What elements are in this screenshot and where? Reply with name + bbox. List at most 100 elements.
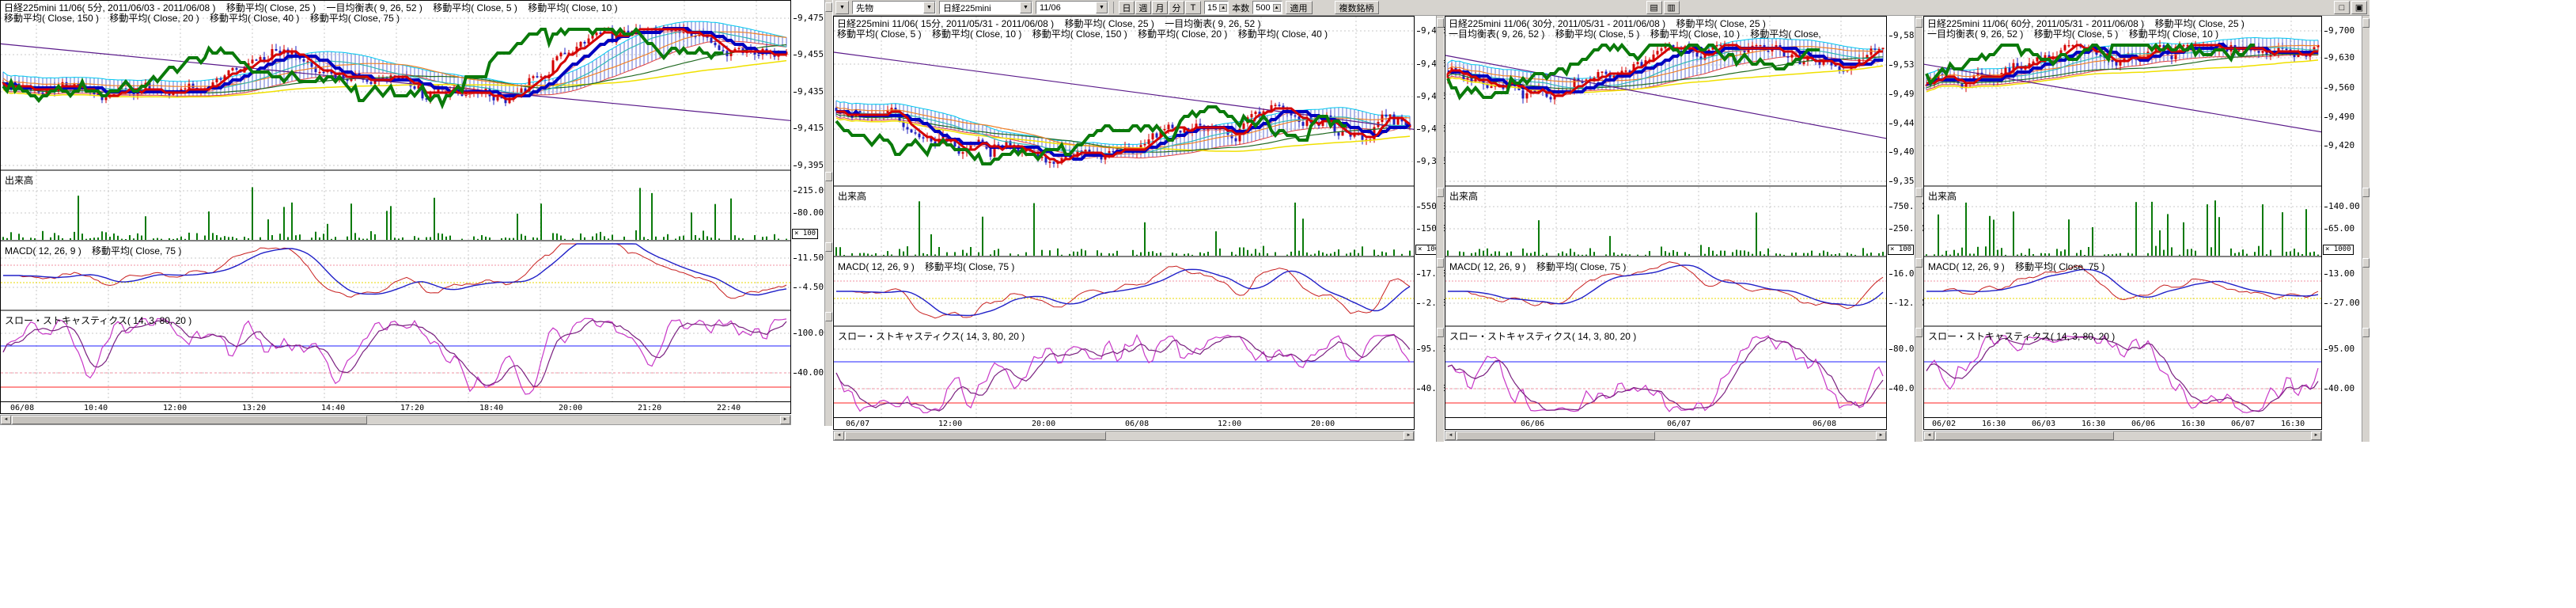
- pane-resize-grip[interactable]: [1437, 18, 1444, 28]
- stoch-section-label: スロー・ストキャスティクス( 14, 3, 80, 20 ): [5, 314, 191, 327]
- chart-canvas: [834, 17, 1415, 417]
- y-tick-label: 9,395: [794, 160, 824, 170]
- macd-section-label: MACD( 12, 26, 9 ) 移動平均( Close, 75 ): [1449, 260, 1626, 273]
- scroll-left-icon[interactable]: ◄: [1, 416, 11, 424]
- scrollbar-thumb[interactable]: [12, 416, 367, 424]
- x-tick-label: 13:20: [242, 404, 266, 412]
- toolbar-icon-group-1: ▤▥: [1646, 1, 1680, 14]
- pane-resize-grip[interactable]: [825, 312, 832, 321]
- chart-window-60min: 日経225mini 11/06( 60分, 2011/05/31 - 2011/…: [1923, 16, 2370, 442]
- pane-resize-grip[interactable]: [1437, 258, 1444, 268]
- x-tick-label: 06/08: [1125, 420, 1149, 428]
- category-combo[interactable]: 先物 ▼: [852, 1, 936, 14]
- scroll-right-icon[interactable]: ►: [780, 416, 790, 424]
- x-tick-label: 18:40: [479, 404, 503, 412]
- period-buttons-group: 日週月分T: [1119, 1, 1201, 14]
- period-button[interactable]: T: [1185, 1, 1201, 14]
- chart-plot-area[interactable]: 日経225mini 11/06( 15分, 2011/05/31 - 2011/…: [833, 16, 1415, 430]
- chart-plot-area[interactable]: 日経225mini 11/06( 30分, 2011/05/31 - 2011/…: [1445, 16, 1887, 430]
- pane-resize-grip[interactable]: [825, 242, 832, 252]
- pane-resize-grip[interactable]: [2362, 18, 2370, 28]
- pane-resize-grip[interactable]: [825, 2, 832, 12]
- pane-scroll-button[interactable]: ▼: [835, 1, 849, 14]
- y-axis-labels: 9,7009,6309,5609,4909,420140.0065.0013.0…: [2322, 16, 2362, 442]
- x-tick-label: 17:20: [400, 404, 424, 412]
- toolbar-icon-button[interactable]: □: [2334, 1, 2350, 14]
- scrollbar-thumb[interactable]: [845, 431, 1106, 440]
- apply-button[interactable]: 適用: [1286, 1, 1313, 14]
- volume-scale-badge: × 100: [792, 229, 818, 239]
- symbol-combo[interactable]: 日経225mini ▼: [939, 1, 1032, 14]
- scroll-left-icon[interactable]: ◄: [1924, 431, 1934, 440]
- x-tick-label: 20:00: [1032, 420, 1055, 428]
- x-tick-label: 20:00: [559, 404, 582, 412]
- category-combo-value: 先物: [856, 2, 922, 14]
- combo-arrow-icon[interactable]: ▼: [1096, 2, 1108, 13]
- chart-plot-area[interactable]: 日経225mini 11/06( 60分, 2011/05/31 - 2011/…: [1923, 16, 2322, 430]
- macd-section-label: MACD( 12, 26, 9 ) 移動平均( Close, 75 ): [1928, 260, 2104, 273]
- pane-resize-grip[interactable]: [1915, 328, 1923, 337]
- pane-resize-grip[interactable]: [2362, 328, 2370, 337]
- x-tick-label: 12:00: [938, 420, 962, 428]
- stoch-section-label: スロー・ストキャスティクス( 14, 3, 80, 20 ): [1449, 329, 1636, 343]
- horizontal-scrollbar[interactable]: ◄ ►: [1445, 431, 1887, 441]
- y-tick-label: 65.00: [2324, 223, 2354, 234]
- period-button[interactable]: 月: [1152, 1, 1168, 14]
- combo-arrow-icon[interactable]: ▼: [1020, 2, 1032, 13]
- pane-resize-grip[interactable]: [1915, 258, 1923, 268]
- period-button[interactable]: 週: [1135, 1, 1151, 14]
- pane-splitter-strip[interactable]: [1436, 16, 1444, 442]
- pane-splitter-strip[interactable]: [1915, 16, 1923, 442]
- interval-spinner[interactable]: 15 ▲: [1204, 1, 1229, 14]
- combo-arrow-icon[interactable]: ▼: [923, 2, 935, 13]
- pane-resize-grip[interactable]: [1437, 328, 1444, 337]
- toolbar-icon-button[interactable]: ▤: [1646, 1, 1662, 14]
- toolbar-icon-button[interactable]: ▣: [2351, 1, 2367, 14]
- spinner-up-icon[interactable]: ▲: [1273, 4, 1281, 12]
- scroll-right-icon[interactable]: ►: [1404, 431, 1414, 440]
- y-tick-label: 9,420: [2324, 140, 2354, 150]
- period-button[interactable]: 日: [1119, 1, 1135, 14]
- pane-resize-grip[interactable]: [825, 172, 832, 181]
- bars-spinner[interactable]: 500 ▲: [1252, 1, 1282, 14]
- x-tick-label: 20:00: [1311, 420, 1335, 428]
- multi-symbol-button[interactable]: 複数銘柄: [1335, 1, 1379, 14]
- scroll-right-icon[interactable]: ►: [1876, 431, 1886, 440]
- x-tick-label: 16:30: [2082, 420, 2105, 428]
- horizontal-scrollbar[interactable]: ◄ ►: [0, 415, 791, 425]
- horizontal-scrollbar[interactable]: ◄ ►: [1923, 431, 2322, 441]
- pane-resize-grip[interactable]: [1915, 18, 1923, 28]
- macd-section-label: MACD( 12, 26, 9 ) 移動平均( Close, 75 ): [838, 260, 1014, 273]
- scroll-left-icon[interactable]: ◄: [1445, 431, 1456, 440]
- y-tick-label: 9,630: [2324, 52, 2354, 63]
- scroll-left-icon[interactable]: ◄: [834, 431, 844, 440]
- chart-plot-area[interactable]: 日経225mini 11/06( 5分, 2011/06/03 - 2011/0…: [0, 0, 791, 414]
- chart-indicator-legend: 一目均衡表( 9, 26, 52 ) 移動平均( Close, 5 ) 移動平均…: [1927, 29, 2218, 40]
- y-tick-label: 11.50: [794, 253, 824, 263]
- x-tick-label: 10:40: [84, 404, 108, 412]
- scrollbar-thumb[interactable]: [1457, 431, 1655, 440]
- spinner-up-icon[interactable]: ▲: [1219, 4, 1227, 12]
- scrollbar-thumb[interactable]: [1935, 431, 2114, 440]
- toolbar-icon-group-2: □▣: [2334, 1, 2367, 14]
- chart-canvas: [1, 1, 791, 401]
- x-axis-labels: 06/0216:3006/0316:3006/0616:3006/0716:30: [1924, 417, 2321, 430]
- pane-resize-grip[interactable]: [2362, 258, 2370, 268]
- bars-value: 500: [1256, 3, 1270, 13]
- pane-splitter-strip[interactable]: [824, 0, 832, 426]
- pane-splitter-strip[interactable]: [2362, 16, 2370, 442]
- x-tick-label: 22:40: [717, 404, 741, 412]
- scroll-right-icon[interactable]: ►: [2311, 431, 2321, 440]
- pane-resize-grip[interactable]: [1915, 188, 1923, 197]
- volume-scale-badge: × 1000: [2323, 245, 2354, 255]
- pane-resize-grip[interactable]: [1437, 188, 1444, 197]
- y-tick-label: 9,415: [794, 123, 824, 133]
- contract-combo[interactable]: 11/06 ▼: [1036, 1, 1108, 14]
- period-button[interactable]: 分: [1169, 1, 1184, 14]
- toolbar-icon-button[interactable]: ▥: [1664, 1, 1680, 14]
- y-tick-label: 9,475: [794, 13, 824, 23]
- horizontal-scrollbar[interactable]: ◄ ►: [833, 431, 1415, 441]
- x-tick-label: 12:00: [163, 404, 187, 412]
- pane-resize-grip[interactable]: [2362, 188, 2370, 197]
- y-tick-label: 9,560: [2324, 82, 2354, 93]
